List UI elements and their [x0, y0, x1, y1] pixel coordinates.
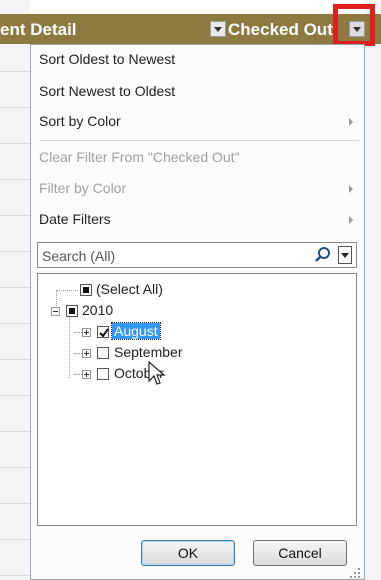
year-checkbox[interactable]: [66, 305, 78, 317]
menu-item-label: Sort Oldest to Newest: [39, 51, 176, 67]
column-header-checked-out[interactable]: Checked Out: [228, 20, 333, 40]
menu-item-label: Sort by Color: [39, 113, 121, 129]
menu-item-label: Clear Filter From "Checked Out": [39, 149, 240, 165]
month-checkbox[interactable]: [97, 326, 109, 338]
tree-row-year[interactable]: 2010: [38, 301, 338, 321]
select-all-checkbox[interactable]: [80, 284, 92, 296]
month-label: September: [114, 344, 183, 360]
search-icon[interactable]: [314, 246, 332, 264]
menu-item-label: Filter by Color: [39, 180, 127, 196]
tree-row-month[interactable]: October: [38, 364, 338, 384]
submenu-arrow-icon: [349, 216, 353, 224]
filter-value-tree: (Select All) 2010 August September Octob: [37, 273, 357, 526]
menu-item-sort-oldest[interactable]: Sort Oldest to Newest: [39, 47, 359, 71]
menu-item-sort-by-color[interactable]: Sort by Color: [39, 109, 359, 133]
sheet-background-right: [365, 0, 381, 580]
autofilter-menu: Sort Oldest to Newest Sort Newest to Old…: [30, 44, 365, 580]
search-dropdown-button[interactable]: [338, 246, 352, 264]
resize-grip-icon[interactable]: [349, 567, 361, 579]
tree-row-select-all[interactable]: (Select All): [38, 280, 338, 300]
chevron-down-icon: [341, 253, 349, 258]
expand-icon[interactable]: [82, 328, 91, 337]
year-label: 2010: [82, 302, 114, 318]
expand-icon[interactable]: [82, 349, 91, 358]
menu-item-sort-newest[interactable]: Sort Newest to Oldest: [39, 79, 359, 103]
tree-row-month[interactable]: August: [38, 322, 338, 342]
column-header-detail[interactable]: ent Detail: [0, 20, 77, 40]
table-header-row: ent Detail Checked Out: [0, 14, 381, 44]
month-checkbox[interactable]: [97, 347, 109, 359]
menu-item-clear-filter: Clear Filter From "Checked Out": [39, 145, 359, 169]
search-box: [37, 242, 357, 268]
collapse-icon[interactable]: [51, 307, 60, 316]
highlight-box: [333, 4, 375, 46]
month-checkbox[interactable]: [97, 368, 109, 380]
select-all-label: (Select All): [96, 281, 163, 297]
chevron-down-icon: [214, 27, 222, 32]
menu-item-label: Sort Newest to Oldest: [39, 83, 176, 99]
sheet-background-left: [0, 0, 30, 580]
submenu-arrow-icon: [349, 185, 353, 193]
month-label: August: [111, 322, 161, 340]
checkmark-icon: [99, 328, 109, 338]
ok-button[interactable]: OK: [141, 540, 235, 566]
menu-separator: [39, 140, 359, 141]
menu-item-filter-by-color: Filter by Color: [39, 176, 359, 200]
expand-icon[interactable]: [82, 370, 91, 379]
submenu-arrow-icon: [349, 118, 353, 126]
filter-dropdown-detail-button[interactable]: [210, 21, 226, 37]
menu-item-label: Date Filters: [39, 211, 111, 227]
tree-row-month[interactable]: September: [38, 343, 338, 363]
mouse-pointer-icon: [148, 361, 166, 385]
menu-item-date-filters[interactable]: Date Filters: [39, 207, 359, 231]
cancel-button[interactable]: Cancel: [253, 540, 347, 566]
search-input[interactable]: [40, 244, 314, 268]
